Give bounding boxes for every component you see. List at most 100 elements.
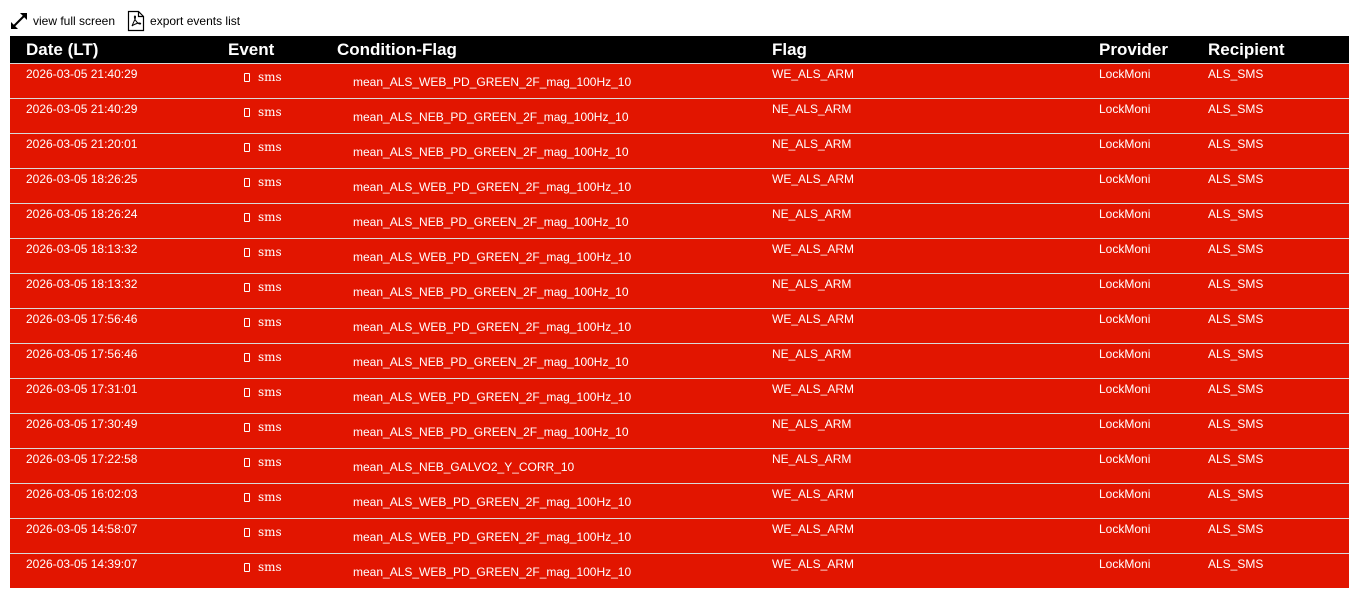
event-label: sms [258, 69, 282, 84]
table-row[interactable]: 2026-03-05 17:22:58 sms mean_ALS_NEB_GALVO… [10, 448, 1349, 483]
cell-event: sms [228, 518, 337, 553]
column-header-date[interactable]: Date (LT) [10, 36, 228, 63]
table-row[interactable]: 2026-03-05 18:26:24 sms mean_ALS_NEB_PD_GR… [10, 203, 1349, 238]
mobile-phone-icon [244, 492, 250, 502]
cell-flag: WE_ALS_ARM [772, 66, 855, 81]
table-row[interactable]: 2026-03-05 21:20:01 sms mean_ALS_NEB_PD_GR… [10, 133, 1349, 168]
cell-recipient: ALS_SMS [1208, 136, 1264, 151]
event-label: sms [258, 314, 282, 329]
table-row[interactable]: 2026-03-05 14:39:07 sms mean_ALS_WEB_PD_GR… [10, 553, 1349, 588]
cell-flag: WE_ALS_ARM [772, 521, 855, 536]
cell-condition-flag: mean_ALS_WEB_PD_GREEN_2F_mag_100Hz_10 [353, 249, 632, 264]
cell-flag: WE_ALS_ARM [772, 486, 855, 501]
cell-event: sms [228, 168, 337, 203]
expand-arrows-icon [10, 12, 28, 30]
cell-date: 2026-03-05 17:56:46 [26, 346, 138, 361]
cell-date: 2026-03-05 21:20:01 [26, 136, 138, 151]
cell-provider: LockMoni [1099, 521, 1151, 536]
cell-date: 2026-03-05 17:30:49 [26, 416, 138, 431]
toolbar: view full screen export events list [10, 9, 252, 33]
event-label: sms [258, 279, 282, 294]
mobile-phone-icon [244, 107, 250, 117]
mobile-phone-icon [244, 177, 250, 187]
cell-date: 2026-03-05 18:26:24 [26, 206, 138, 221]
table-row[interactable]: 2026-03-05 17:30:49 sms mean_ALS_NEB_PD_GR… [10, 413, 1349, 448]
table-row[interactable]: 2026-03-05 17:31:01 sms mean_ALS_WEB_PD_GR… [10, 378, 1349, 413]
cell-provider: LockMoni [1099, 416, 1151, 431]
column-header-provider[interactable]: Provider [1099, 36, 1208, 63]
column-header-event[interactable]: Event [228, 36, 337, 63]
cell-date: 2026-03-05 18:26:25 [26, 171, 138, 186]
cell-flag: NE_ALS_ARM [772, 136, 852, 151]
cell-date: 2026-03-05 16:02:03 [26, 486, 138, 501]
cell-condition-flag: mean_ALS_NEB_PD_GREEN_2F_mag_100Hz_10 [353, 284, 629, 299]
table-row[interactable]: 2026-03-05 14:58:07 sms mean_ALS_WEB_PD_GR… [10, 518, 1349, 553]
cell-provider: LockMoni [1099, 206, 1151, 221]
cell-event: sms [228, 308, 337, 343]
cell-provider: LockMoni [1099, 171, 1151, 186]
cell-flag: NE_ALS_ARM [772, 276, 852, 291]
cell-date: 2026-03-05 21:40:29 [26, 66, 138, 81]
event-label: sms [258, 244, 282, 259]
table-header-row: Date (LT) Event Condition-Flag Flag Prov… [10, 36, 1349, 63]
mobile-phone-icon [244, 72, 250, 82]
event-label: sms [258, 174, 282, 189]
cell-condition-flag: mean_ALS_WEB_PD_GREEN_2F_mag_100Hz_10 [353, 529, 632, 544]
cell-provider: LockMoni [1099, 276, 1151, 291]
table-row[interactable]: 2026-03-05 21:40:29 sms mean_ALS_NEB_PD_GR… [10, 98, 1349, 133]
table-row[interactable]: 2026-03-05 18:13:32 sms mean_ALS_WEB_PD_GR… [10, 238, 1349, 273]
cell-event: sms [228, 133, 337, 168]
cell-flag: NE_ALS_ARM [772, 346, 852, 361]
cell-provider: LockMoni [1099, 241, 1151, 256]
event-label: sms [258, 139, 282, 154]
mobile-phone-icon [244, 457, 250, 467]
cell-provider: LockMoni [1099, 346, 1151, 361]
table-row[interactable]: 2026-03-05 17:56:46 sms mean_ALS_NEB_PD_GR… [10, 343, 1349, 378]
cell-date: 2026-03-05 21:40:29 [26, 101, 138, 116]
table-row[interactable]: 2026-03-05 18:26:25 sms mean_ALS_WEB_PD_GR… [10, 168, 1349, 203]
pdf-file-icon [127, 10, 145, 32]
cell-event: sms [228, 553, 337, 588]
cell-event: sms [228, 238, 337, 273]
event-label: sms [258, 559, 282, 574]
cell-date: 2026-03-05 17:56:46 [26, 311, 138, 326]
mobile-phone-icon [244, 387, 250, 397]
table-row[interactable]: 2026-03-05 17:56:46 sms mean_ALS_WEB_PD_GR… [10, 308, 1349, 343]
mobile-phone-icon [244, 282, 250, 292]
view-full-screen-label: view full screen [33, 14, 116, 28]
event-label: sms [258, 419, 282, 434]
table-row[interactable]: 2026-03-05 16:02:03 sms mean_ALS_WEB_PD_GR… [10, 483, 1349, 518]
cell-condition-flag: mean_ALS_NEB_PD_GREEN_2F_mag_100Hz_10 [353, 354, 629, 369]
cell-event: sms [228, 448, 337, 483]
cell-recipient: ALS_SMS [1208, 416, 1264, 431]
column-header-condition-flag[interactable]: Condition-Flag [337, 36, 772, 63]
cell-condition-flag: mean_ALS_WEB_PD_GREEN_2F_mag_100Hz_10 [353, 389, 632, 404]
cell-flag: NE_ALS_ARM [772, 416, 852, 431]
cell-provider: LockMoni [1099, 66, 1151, 81]
cell-flag: WE_ALS_ARM [772, 556, 855, 571]
column-header-recipient[interactable]: Recipient [1208, 36, 1349, 63]
cell-condition-flag: mean_ALS_NEB_PD_GREEN_2F_mag_100Hz_10 [353, 109, 629, 124]
mobile-phone-icon [244, 562, 250, 572]
export-events-list-label: export events list [150, 14, 241, 28]
table-row[interactable]: 2026-03-05 21:40:29 sms mean_ALS_WEB_PD_GR… [10, 63, 1349, 98]
column-header-flag[interactable]: Flag [772, 36, 1099, 63]
cell-condition-flag: mean_ALS_WEB_PD_GREEN_2F_mag_100Hz_10 [353, 179, 632, 194]
cell-recipient: ALS_SMS [1208, 101, 1264, 116]
view-full-screen-button[interactable]: view full screen [10, 12, 115, 30]
cell-provider: LockMoni [1099, 486, 1151, 501]
cell-provider: LockMoni [1099, 381, 1151, 396]
events-table-body: 2026-03-05 21:40:29 sms mean_ALS_WEB_PD_GR… [10, 63, 1349, 588]
cell-flag: NE_ALS_ARM [772, 101, 852, 116]
mobile-phone-icon [244, 352, 250, 362]
table-row[interactable]: 2026-03-05 18:13:32 sms mean_ALS_NEB_PD_GR… [10, 273, 1349, 308]
cell-recipient: ALS_SMS [1208, 241, 1264, 256]
mobile-phone-icon [244, 212, 250, 222]
cell-provider: LockMoni [1099, 556, 1151, 571]
event-label: sms [258, 384, 282, 399]
export-events-list-button[interactable]: export events list [127, 10, 240, 32]
cell-date: 2026-03-05 17:22:58 [26, 451, 138, 466]
events-table: Date (LT) Event Condition-Flag Flag Prov… [10, 36, 1349, 588]
cell-recipient: ALS_SMS [1208, 521, 1264, 536]
event-label: sms [258, 104, 282, 119]
